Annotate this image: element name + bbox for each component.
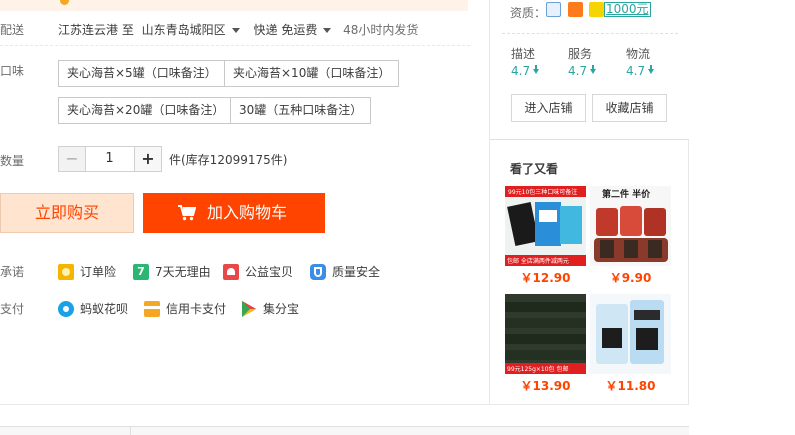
quantity-label: 数量 bbox=[0, 154, 25, 168]
divider bbox=[0, 45, 470, 46]
buy-now-button[interactable]: 立即购买 bbox=[0, 193, 134, 233]
right-sidebar: 资质： 1000元 描述 4.7 服务 4.7 物流 4.7 进入店铺 收藏店铺… bbox=[489, 0, 689, 404]
product-price: ￥13.90 bbox=[520, 379, 571, 393]
charity-link[interactable]: 公益宝贝 bbox=[223, 263, 293, 281]
credit-card-icon bbox=[144, 300, 160, 317]
shipping-label: 配送 bbox=[0, 23, 25, 37]
favorite-shop-button[interactable]: 收藏店铺 bbox=[592, 94, 667, 122]
score-service: 服务 4.7 bbox=[568, 45, 597, 78]
flavor-option[interactable]: 夹心海苔×10罐（口味备注） bbox=[224, 60, 400, 87]
divider bbox=[502, 33, 678, 34]
quantity-input[interactable]: 1 bbox=[85, 146, 134, 172]
product-image: 99元10包三种口味可备注 包邮 全店满两件减两元 bbox=[505, 186, 586, 266]
flavor-option[interactable]: 夹心海苔×20罐（口味备注） bbox=[58, 97, 234, 124]
charity-icon bbox=[223, 263, 239, 280]
promise-label: 承诺 bbox=[0, 265, 25, 279]
chevron-down-icon bbox=[231, 28, 240, 33]
ship-to-select[interactable]: 山东青岛城阳区 bbox=[142, 23, 246, 37]
arrow-down-icon bbox=[648, 65, 655, 74]
flavor-option[interactable]: 夹心海苔×5罐（口味备注） bbox=[58, 60, 226, 87]
shield-icon bbox=[310, 263, 326, 280]
huabei-link[interactable]: 蚂蚁花呗 bbox=[58, 300, 128, 318]
order-insurance-icon bbox=[58, 263, 74, 280]
shipping-info: 江苏连云港 至 山东青岛城阳区 快递 免运费 48小时内发货 bbox=[58, 21, 418, 38]
huabei-icon bbox=[58, 300, 74, 317]
score-logistics: 物流 4.7 bbox=[626, 45, 655, 78]
add-to-cart-button[interactable]: 加入购物车 bbox=[143, 193, 325, 233]
seven-day-return-link[interactable]: 7 7天无理由 bbox=[133, 263, 211, 281]
quality-safety-link[interactable]: 质量安全 bbox=[310, 263, 380, 281]
id-card-icon[interactable] bbox=[546, 2, 561, 17]
tab-separator bbox=[0, 427, 131, 435]
product-price: ￥11.80 bbox=[605, 379, 656, 393]
badge-icon bbox=[60, 0, 69, 5]
payment-label: 支付 bbox=[0, 302, 25, 316]
shop-info: 资质： 1000元 描述 4.7 服务 4.7 物流 4.7 进入店铺 收藏店铺 bbox=[490, 0, 689, 140]
add-to-cart-label: 加入购物车 bbox=[207, 203, 288, 222]
also-viewed-title: 看了又看 bbox=[510, 162, 559, 176]
product-footer: 包邮 全店满两件减两元 bbox=[507, 257, 569, 265]
ship-method-select[interactable]: 快递 免运费 bbox=[254, 23, 338, 37]
divider bbox=[0, 404, 689, 405]
product-image bbox=[590, 294, 671, 374]
top-strip bbox=[0, 0, 468, 11]
order-insurance-link[interactable]: 订单险 bbox=[58, 263, 116, 281]
also-viewed-product-image[interactable]: 99元125g×10包 包邮 bbox=[505, 294, 586, 374]
also-viewed-product-image[interactable] bbox=[590, 294, 671, 374]
seven-day-icon: 7 bbox=[133, 263, 149, 280]
product-price: ￥9.90 bbox=[609, 271, 652, 285]
qualification-label: 资质： bbox=[510, 6, 547, 20]
product-image: 第二件 半价 bbox=[590, 186, 671, 266]
stock-count: 件(库存12099175件) bbox=[169, 153, 288, 167]
product-banner: 99元10包三种口味可备注 bbox=[508, 188, 577, 196]
arrow-down-icon bbox=[533, 65, 540, 74]
detail-tab-bar bbox=[0, 426, 689, 435]
also-viewed-product-image[interactable]: 第二件 半价 bbox=[590, 186, 671, 266]
cart-icon bbox=[178, 205, 196, 221]
flavor-option[interactable]: 30罐（五种口味备注） bbox=[230, 97, 372, 124]
credit-card-link[interactable]: 信用卡支付 bbox=[144, 300, 226, 318]
dispatch-time: 48小时内发货 bbox=[343, 23, 419, 37]
product-footer: 99元125g×10包 包邮 bbox=[507, 365, 568, 373]
food-license-icon[interactable] bbox=[568, 2, 583, 17]
flavor-label: 口味 bbox=[0, 64, 25, 78]
chevron-down-icon bbox=[323, 28, 332, 33]
product-price: ￥12.90 bbox=[520, 271, 571, 285]
score-description: 描述 4.7 bbox=[511, 45, 540, 78]
product-banner: 第二件 半价 bbox=[602, 188, 651, 200]
jifenbao-link[interactable]: 集分宝 bbox=[241, 300, 299, 318]
guarantee-icon[interactable] bbox=[589, 2, 604, 17]
quantity-increase-button[interactable]: + bbox=[134, 146, 162, 172]
play-icon bbox=[242, 300, 256, 317]
deposit-amount[interactable]: 1000元 bbox=[604, 2, 651, 17]
arrow-down-icon bbox=[590, 65, 597, 74]
product-image: 99元125g×10包 包邮 bbox=[505, 294, 586, 374]
also-viewed-product-image[interactable]: 99元10包三种口味可备注 包邮 全店满两件减两元 bbox=[505, 186, 586, 266]
enter-shop-button[interactable]: 进入店铺 bbox=[511, 94, 586, 122]
quantity-decrease-button[interactable]: − bbox=[58, 146, 86, 172]
ship-from: 江苏连云港 至 bbox=[58, 23, 134, 37]
